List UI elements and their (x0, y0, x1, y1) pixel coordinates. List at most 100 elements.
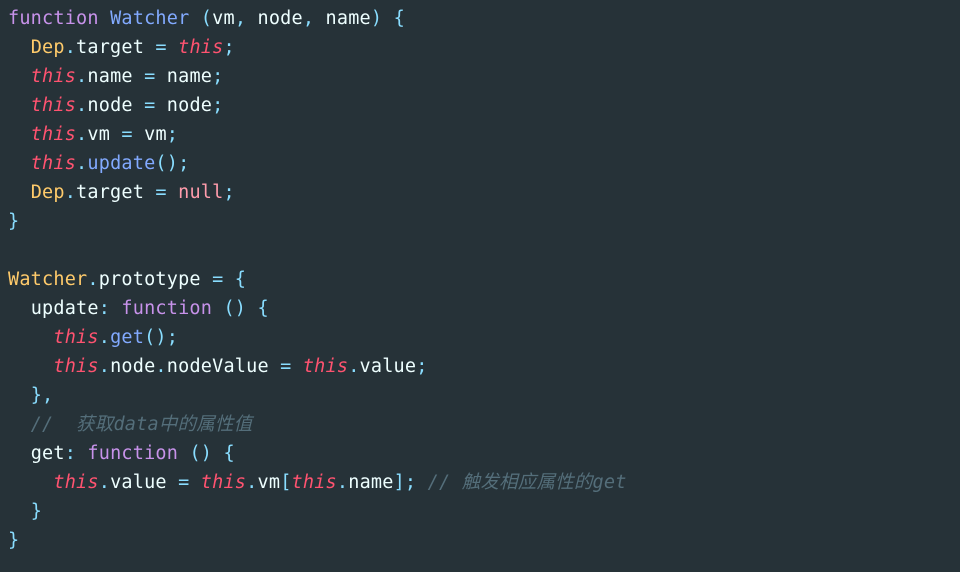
token-punc: . (155, 356, 166, 377)
token-punc: { (235, 269, 246, 290)
token-this: this (303, 356, 348, 377)
token-punc: () (223, 298, 246, 319)
token-this: this (31, 153, 76, 174)
token-prop (314, 8, 325, 29)
token-prop: vm (87, 124, 110, 145)
token-punc: . (76, 124, 87, 145)
token-punc: . (65, 37, 76, 58)
code-line: this.get(); (8, 327, 178, 348)
token-punc: } (8, 211, 19, 232)
token-punc: ]; (394, 472, 417, 493)
token-punc: } (31, 501, 42, 522)
token-punc: . (65, 182, 76, 203)
token-prop (212, 443, 223, 464)
code-line: }, (8, 385, 53, 406)
token-punc: ; (167, 124, 178, 145)
code-line: Dep.target = null; (8, 182, 235, 203)
token-punc: . (348, 356, 359, 377)
token-prop: name (87, 66, 132, 87)
token-prop: target (76, 182, 144, 203)
token-punc: ; (223, 37, 234, 58)
token-punc: } (8, 530, 19, 551)
token-prop (212, 298, 223, 319)
token-punc: [ (280, 472, 291, 493)
token-prop: node (87, 95, 132, 116)
token-prop: get (31, 443, 65, 464)
token-punc: }, (31, 385, 54, 406)
token-prop (167, 182, 178, 203)
token-op: = (155, 182, 166, 203)
code-line: this.update(); (8, 153, 189, 174)
code-editor[interactable]: function Watcher (vm, node, name) { Dep.… (0, 0, 960, 563)
token-prop (201, 269, 212, 290)
token-punc: , (303, 8, 314, 29)
code-line: this.vm = vm; (8, 124, 178, 145)
token-fn: get (110, 327, 144, 348)
token-op: = (144, 66, 155, 87)
token-prop: value (110, 472, 167, 493)
token-prop (76, 443, 87, 464)
token-prop (189, 8, 200, 29)
token-prop: vm (258, 472, 281, 493)
token-prop (416, 472, 427, 493)
token-punc: . (76, 66, 87, 87)
token-fn: update (87, 153, 155, 174)
token-cmt: // 获取data中的属性值 (31, 414, 253, 435)
token-prop (133, 66, 144, 87)
token-punc: . (99, 472, 110, 493)
token-punc: ) (371, 8, 382, 29)
token-this: this (53, 327, 98, 348)
token-id: Watcher (8, 269, 87, 290)
token-prop (292, 356, 303, 377)
token-prop (246, 8, 257, 29)
token-punc: { (223, 443, 234, 464)
token-punc: . (76, 95, 87, 116)
token-this: this (31, 66, 76, 87)
code-line: } (8, 530, 19, 551)
token-this: this (31, 124, 76, 145)
token-punc: : (99, 298, 110, 319)
token-nullk: null (178, 182, 223, 203)
token-prop (167, 472, 178, 493)
token-punc: : (65, 443, 76, 464)
token-this: this (53, 472, 98, 493)
token-prop (269, 356, 280, 377)
token-prop: update (31, 298, 99, 319)
token-op: = (178, 472, 189, 493)
token-prop: name (167, 66, 212, 87)
code-line: function Watcher (vm, node, name) { (8, 8, 405, 29)
token-prop (155, 66, 166, 87)
token-prop (144, 182, 155, 203)
code-line: } (8, 211, 19, 232)
code-line: get: function () { (8, 443, 235, 464)
code-line: Watcher.prototype = { (8, 269, 246, 290)
token-punc: . (99, 327, 110, 348)
token-op: = (280, 356, 291, 377)
token-op: = (155, 37, 166, 58)
token-punc: (); (144, 327, 178, 348)
token-punc: . (76, 153, 87, 174)
token-punc: { (258, 298, 269, 319)
token-prop (99, 8, 110, 29)
token-prop (144, 37, 155, 58)
token-kw: function (121, 298, 212, 319)
token-punc: . (99, 356, 110, 377)
token-param: node (258, 8, 303, 29)
token-punc: ; (416, 356, 427, 377)
token-prop: node (167, 95, 212, 116)
token-prop (382, 8, 393, 29)
token-fn: Watcher (110, 8, 189, 29)
token-param: name (326, 8, 371, 29)
token-punc: ( (201, 8, 212, 29)
token-this: this (53, 356, 98, 377)
token-punc: . (337, 472, 348, 493)
token-prop: node (110, 356, 155, 377)
token-punc: . (87, 269, 98, 290)
token-kw: function (87, 443, 178, 464)
code-line: // 获取data中的属性值 (8, 414, 252, 435)
token-punc: ; (212, 95, 223, 116)
token-punc: () (189, 443, 212, 464)
token-prop: vm (144, 124, 167, 145)
code-line: this.node.nodeValue = this.value; (8, 356, 428, 377)
token-cmt: // 触发相应属性的get (428, 472, 627, 493)
